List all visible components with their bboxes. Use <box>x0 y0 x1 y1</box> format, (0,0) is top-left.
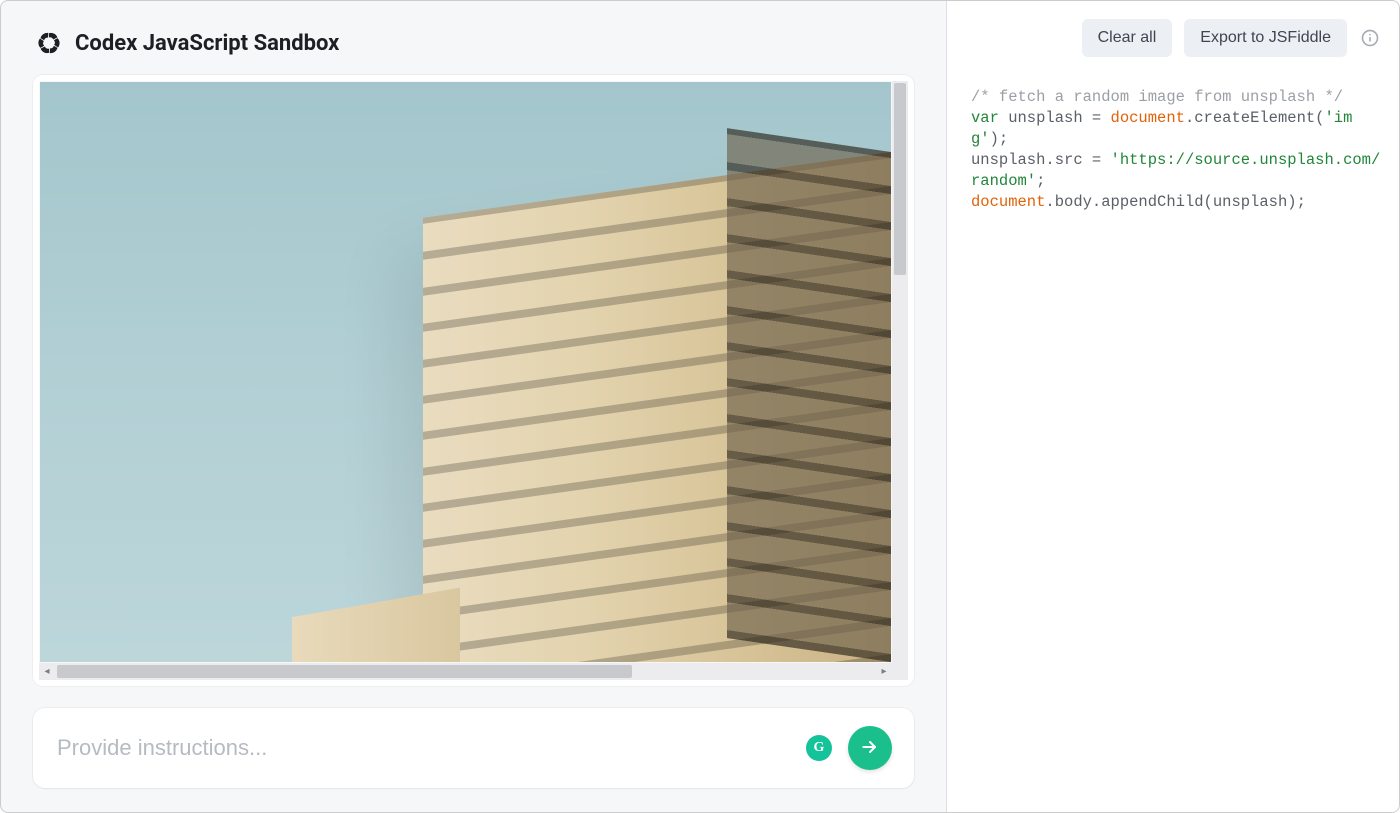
right-pane: Clear all Export to JSFiddle /* fetch a … <box>947 1 1399 812</box>
scrollbar-corner <box>892 663 908 680</box>
page-title: Codex JavaScript Sandbox <box>75 31 339 56</box>
header: Codex JavaScript Sandbox <box>35 29 914 57</box>
code-token: unsplash = <box>999 109 1111 127</box>
code-token: document <box>971 193 1045 211</box>
clear-all-button[interactable]: Clear all <box>1082 19 1173 57</box>
code-token: .createElement( <box>1185 109 1325 127</box>
hscroll-right-button[interactable]: ▸ <box>876 663 892 680</box>
horizontal-scrollbar[interactable] <box>55 663 876 680</box>
code-token: document <box>1111 109 1185 127</box>
export-jsfiddle-button[interactable]: Export to JSFiddle <box>1184 19 1347 57</box>
right-toolbar: Clear all Export to JSFiddle <box>971 19 1381 57</box>
horizontal-scrollbar-thumb[interactable] <box>57 665 632 678</box>
code-token: /* fetch a random image from unsplash */ <box>971 88 1343 106</box>
hscroll-left-button[interactable]: ◂ <box>39 663 55 680</box>
preview-viewport[interactable] <box>39 81 892 663</box>
vertical-scrollbar-down[interactable] <box>892 649 908 663</box>
grammarly-badge-icon[interactable]: G <box>806 735 832 761</box>
preview-image-building <box>423 152 891 663</box>
preview-iframe[interactable]: ◂ ▸ <box>39 81 908 680</box>
openai-logo-icon <box>35 29 63 57</box>
code-token: ); <box>990 130 1009 148</box>
code-token: unsplash.src = <box>971 151 1111 169</box>
vertical-scrollbar[interactable] <box>892 81 908 663</box>
code-editor[interactable]: /* fetch a random image from unsplash */… <box>971 87 1381 213</box>
app-window: Codex JavaScript Sandbox ◂ <box>0 0 1400 813</box>
code-token: .body.appendChild(unsplash); <box>1045 193 1305 211</box>
submit-button[interactable] <box>848 726 892 770</box>
arrow-right-icon <box>860 737 880 760</box>
left-pane: Codex JavaScript Sandbox ◂ <box>1 1 947 812</box>
info-icon[interactable] <box>1359 27 1381 49</box>
code-token: var <box>971 109 999 127</box>
code-token: ; <box>1036 172 1045 190</box>
prompt-bar: G <box>33 708 914 788</box>
preview-card: ◂ ▸ <box>33 75 914 686</box>
instructions-input[interactable] <box>55 734 790 762</box>
vertical-scrollbar-thumb[interactable] <box>894 83 906 275</box>
